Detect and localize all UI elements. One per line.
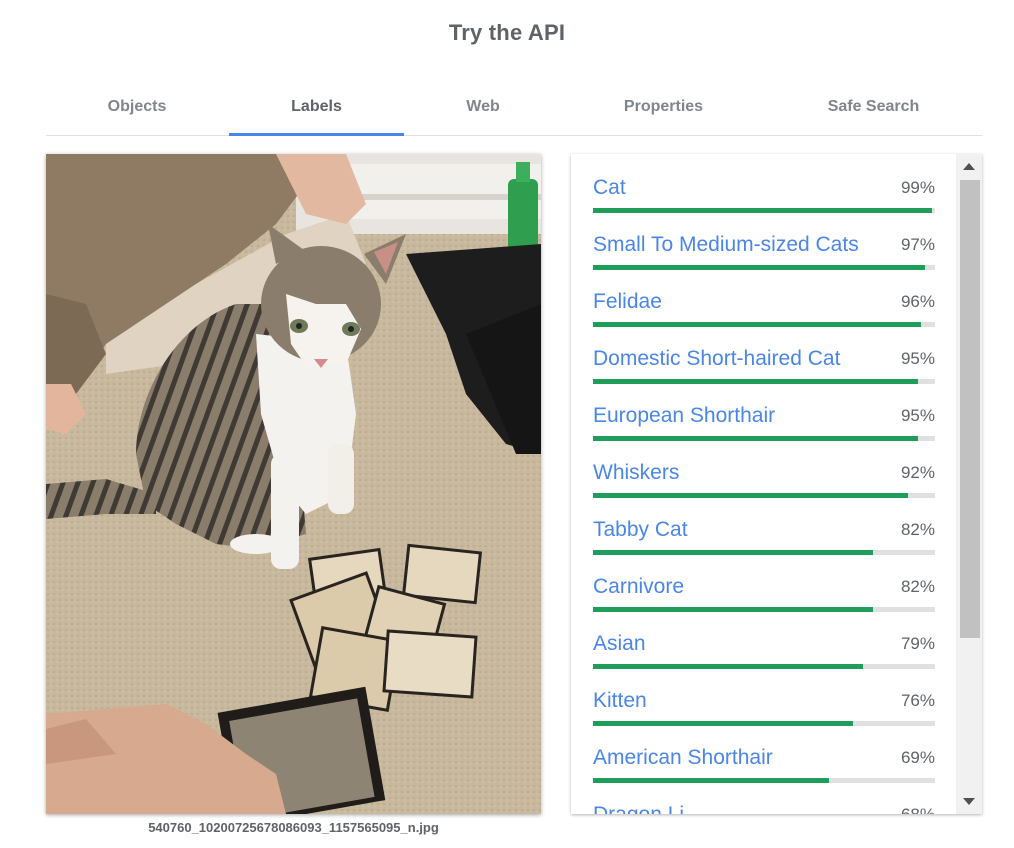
label-row: Small To Medium-sized Cats 97% <box>593 211 935 270</box>
label-row: Domestic Short-haired Cat 95% <box>593 325 935 384</box>
label-row: Tabby Cat 82% <box>593 496 935 555</box>
label-list: Cat 99% Small To Medium-sized Cats 97% Felid… <box>593 154 935 814</box>
label-row: Felidae 96% <box>593 268 935 327</box>
label-name-link[interactable]: Dragon Li <box>593 803 684 814</box>
label-row: Cat 99% <box>593 154 935 213</box>
tab-labels[interactable]: Labels <box>229 84 404 136</box>
label-name-link[interactable]: Domestic Short-haired Cat <box>593 347 840 371</box>
label-score: 95% <box>900 406 935 425</box>
labels-panel[interactable]: Cat 99% Small To Medium-sized Cats 97% Felid… <box>571 154 982 814</box>
tab-safe-search[interactable]: Safe Search <box>811 84 936 135</box>
triangle-up-icon[interactable] <box>963 163 975 170</box>
page-title: Try the API <box>448 20 566 45</box>
label-row: Asian 79% <box>593 610 935 669</box>
label-name-link[interactable]: Carnivore <box>593 575 684 599</box>
label-name-link[interactable]: Small To Medium-sized Cats <box>593 233 859 257</box>
label-row: Carnivore 82% <box>593 553 935 612</box>
label-name-link[interactable]: Cat <box>593 176 626 200</box>
label-name-link[interactable]: Tabby Cat <box>593 518 688 542</box>
label-score: 82% <box>900 577 935 596</box>
label-score: 97% <box>900 235 935 254</box>
label-row: Dragon Li 68% <box>593 781 935 814</box>
label-score: 79% <box>900 634 935 653</box>
tab-web[interactable]: Web <box>443 84 523 135</box>
label-name-link[interactable]: Kitten <box>593 689 647 713</box>
label-row: American Shorthair 69% <box>593 724 935 783</box>
label-score: 96% <box>900 292 935 311</box>
label-name-link[interactable]: Whiskers <box>593 461 679 485</box>
label-score: 76% <box>900 691 935 710</box>
scrollbar[interactable] <box>956 154 982 814</box>
scroll-thumb[interactable] <box>960 180 980 638</box>
tab-bar: Objects Labels Web Properties Safe Searc… <box>46 84 982 136</box>
label-score: 95% <box>900 349 935 368</box>
label-row: Whiskers 92% <box>593 439 935 498</box>
label-score: 69% <box>900 748 935 767</box>
image-filename: 540760_10200725678086093_1157565095_n.jp… <box>148 820 439 835</box>
label-score: 99% <box>900 178 935 197</box>
label-name-link[interactable]: Felidae <box>593 290 662 314</box>
label-row: European Shorthair 95% <box>593 382 935 441</box>
tab-properties[interactable]: Properties <box>601 84 726 135</box>
label-score: 82% <box>900 520 935 539</box>
label-score: 92% <box>900 463 935 482</box>
label-row: Kitten 76% <box>593 667 935 726</box>
label-score: 68% <box>901 805 935 814</box>
label-name-link[interactable]: American Shorthair <box>593 746 773 770</box>
label-name-link[interactable]: Asian <box>593 632 646 656</box>
label-name-link[interactable]: European Shorthair <box>593 404 775 428</box>
tab-objects[interactable]: Objects <box>92 84 182 135</box>
uploaded-photo <box>46 154 541 814</box>
triangle-down-icon[interactable] <box>963 798 975 805</box>
